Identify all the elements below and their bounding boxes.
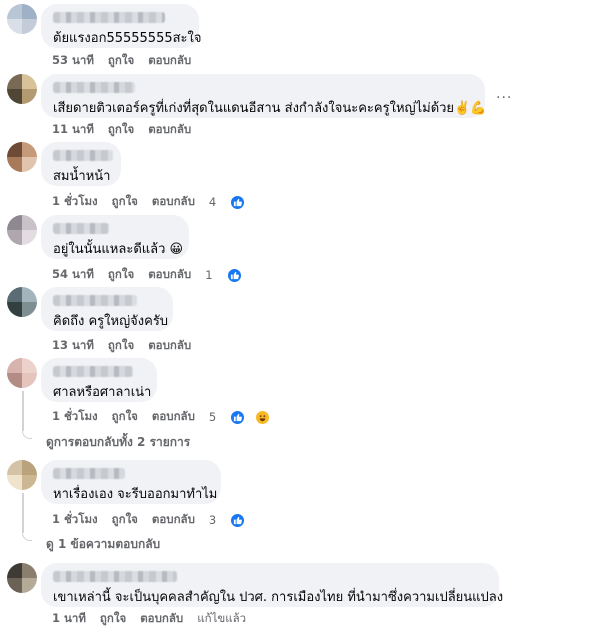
avatar[interactable] [7, 460, 37, 490]
comment-actions: 11 นาที ถูกใจ ตอบกลับ [52, 121, 205, 139]
comment-actions: 1 ชั่วโมง ถูกใจ ตอบกลับ 3 [52, 511, 259, 529]
thumbs-up-icon [226, 267, 242, 283]
comment-actions: 1 ชั่วโมง ถูกใจ ตอบกลับ 5 [52, 408, 284, 426]
comment-text: คิดถึง ครูใหญ่จังครับ [53, 314, 169, 329]
comment-text: สมน้ำหน้า [53, 169, 111, 184]
edited-label: แก้ไขแล้ว [197, 611, 247, 625]
reaction-summary[interactable]: 5 [208, 409, 284, 425]
reply-button[interactable]: ตอบกลับ [148, 266, 191, 284]
comment-bubble: ต้ยแรงอก55555555สะใจ [41, 4, 202, 48]
reply-button[interactable]: ตอบกลับ [140, 610, 183, 628]
commenter-name[interactable] [53, 12, 165, 23]
avatar[interactable] [7, 74, 37, 104]
commenter-name[interactable] [53, 295, 137, 306]
like-button[interactable]: ถูกใจ [112, 511, 138, 529]
comment-text: เขาเหล่านี้ จะเป็นบุคคลสำคัญใน ปวศ. การเ… [53, 590, 504, 605]
commenter-name[interactable] [53, 571, 177, 582]
comment-actions: 13 นาที ถูกใจ ตอบกลับ [52, 337, 205, 355]
comment-time[interactable]: 1 ชั่วโมง [52, 511, 98, 529]
thread-connector [22, 533, 32, 541]
comment-bubble: หาเรื่องเอง จะรีบออกมาทำไม [41, 460, 221, 504]
comment-text: อยู่ในนั้นแหละดีแล้ว 😀 [53, 242, 184, 257]
commenter-name[interactable] [53, 82, 135, 93]
comment-time[interactable]: 53 นาที [52, 52, 94, 70]
reaction-count: 5 [208, 410, 217, 424]
avatar[interactable] [7, 4, 37, 34]
comment-actions: 53 นาที ถูกใจ ตอบกลับ [52, 52, 205, 70]
reply-button[interactable]: ตอบกลับ [148, 337, 191, 355]
commenter-name[interactable] [53, 223, 109, 234]
haha-face-icon [255, 409, 271, 425]
like-button[interactable]: ถูกใจ [112, 193, 138, 211]
comment-time[interactable]: 1 นาที [52, 610, 86, 628]
comment-time[interactable]: 54 นาที [52, 266, 94, 284]
comment-bubble: อยู่ในนั้นแหละดีแล้ว 😀 [41, 215, 189, 259]
reply-button[interactable]: ตอบกลับ [148, 52, 191, 70]
comment-text: ศาลหรือศาลาเน่า [53, 385, 152, 400]
thread-connector [22, 431, 32, 439]
like-button[interactable]: ถูกใจ [108, 337, 134, 355]
comment-bubble: คิดถึง ครูใหญ่จังครับ [41, 287, 173, 331]
comment-bubble: เสียดายติวเตอร์ครูที่เก่งที่สุดในแดนอีสา… [41, 74, 487, 118]
reply-button[interactable]: ตอบกลับ [152, 408, 195, 426]
thumbs-up-icon [230, 409, 246, 425]
comment-text: เสียดายติวเตอร์ครูที่เก่งที่สุดในแดนอีสา… [53, 101, 487, 116]
reaction-count: 4 [208, 195, 217, 209]
thumbs-up-icon [230, 512, 246, 528]
thread-line [22, 391, 24, 431]
avatar[interactable] [7, 215, 37, 245]
comment-time[interactable]: 1 ชั่วโมง [52, 193, 98, 211]
commenter-name[interactable] [53, 366, 133, 377]
like-button[interactable]: ถูกใจ [112, 408, 138, 426]
commenter-name[interactable] [53, 468, 125, 479]
comment-bubble: เขาเหล่านี้ จะเป็นบุคคลสำคัญใน ปวศ. การเ… [41, 563, 503, 607]
commenter-name[interactable] [53, 150, 113, 161]
avatar[interactable] [7, 287, 37, 317]
like-button[interactable]: ถูกใจ [108, 121, 134, 139]
comment-actions: 54 นาที ถูกใจ ตอบกลับ 1 [52, 266, 256, 284]
reaction-summary[interactable]: 1 [205, 267, 255, 283]
like-button[interactable]: ถูกใจ [108, 52, 134, 70]
reply-button[interactable]: ตอบกลับ [148, 121, 191, 139]
reply-button[interactable]: ตอบกลับ [152, 511, 195, 529]
avatar[interactable] [7, 563, 37, 593]
thumbs-up-icon [230, 194, 246, 210]
thread-line [22, 493, 24, 533]
avatar[interactable] [7, 142, 37, 172]
comment-time[interactable]: 13 นาที [52, 337, 94, 355]
comment-actions: 1 นาที ถูกใจ ตอบกลับ แก้ไขแล้ว [52, 610, 260, 628]
reaction-summary[interactable]: 4 [208, 194, 259, 210]
like-button[interactable]: ถูกใจ [100, 610, 126, 628]
more-options-button[interactable]: ... [496, 86, 512, 102]
comment-actions: 1 ชั่วโมง ถูกใจ ตอบกลับ 4 [52, 193, 259, 211]
reaction-count: 1 [205, 268, 213, 282]
reply-button[interactable]: ตอบกลับ [152, 193, 195, 211]
comment-text: หาเรื่องเอง จะรีบออกมาทำไม [53, 487, 218, 502]
like-button[interactable]: ถูกใจ [108, 266, 134, 284]
reaction-summary[interactable]: 3 [208, 512, 259, 528]
comment-bubble: สมน้ำหน้า [41, 142, 121, 186]
reaction-count: 3 [208, 513, 217, 527]
view-replies-link[interactable]: ดู 1 ข้อความตอบกลับ [46, 535, 160, 554]
comment-time[interactable]: 11 นาที [52, 121, 94, 139]
comment-time[interactable]: 1 ชั่วโมง [52, 408, 98, 426]
view-replies-link[interactable]: ดูการตอบกลับทั้ง 2 รายการ [46, 433, 190, 452]
avatar[interactable] [7, 358, 37, 388]
comment-bubble: ศาลหรือศาลาเน่า [41, 358, 157, 402]
comment-text: ต้ยแรงอก55555555สะใจ [53, 31, 202, 46]
